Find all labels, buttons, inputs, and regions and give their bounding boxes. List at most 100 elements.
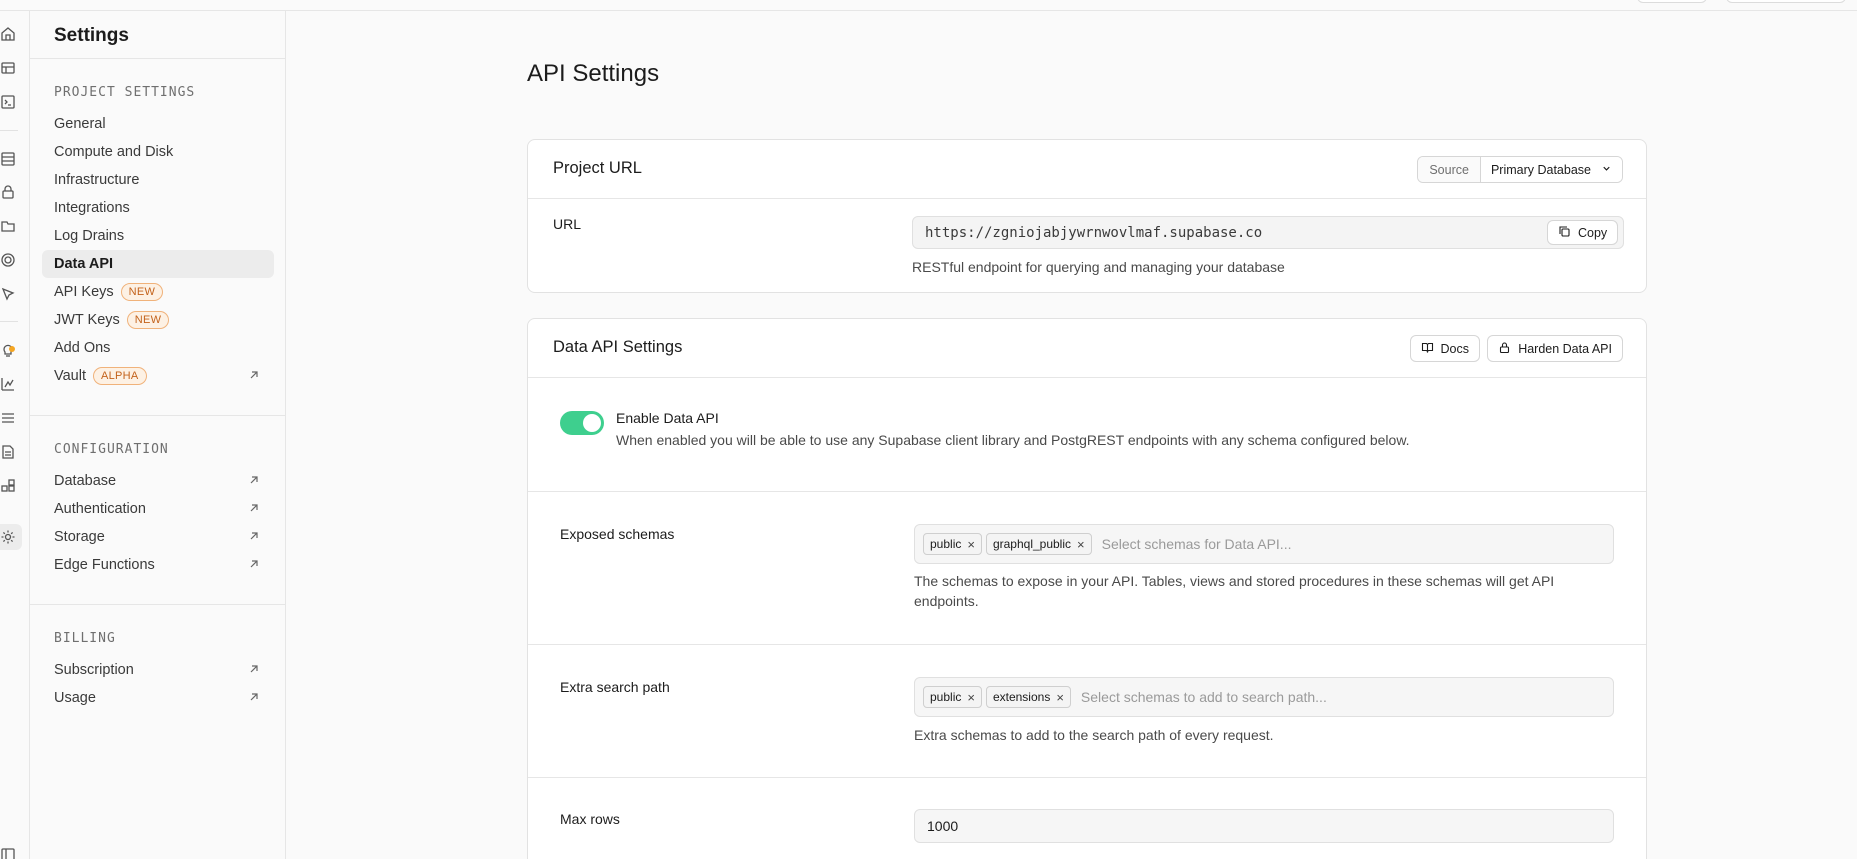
edge-functions-icon[interactable] [0,286,16,302]
chip-label: extensions [992,690,1051,704]
source-value: Primary Database [1490,162,1591,177]
data-api-settings-card: Data API Settings Docs Harden Data API E… [527,318,1647,859]
external-link-icon [248,663,260,675]
max-rows-input[interactable]: 1000 [914,809,1614,843]
sidebar-item-infrastructure[interactable]: Infrastructure [42,166,274,194]
sidebar-item-label: Vault [54,368,86,384]
source-selector[interactable]: Source Primary Database [1417,156,1623,183]
sidebar-item-vault[interactable]: Vault ALPHA [42,362,274,390]
sql-editor-icon[interactable] [0,94,16,110]
external-link-icon [248,474,260,486]
sidebar-item-label: Infrastructure [54,172,140,188]
row-divider [528,777,1646,778]
sidebar-item-authentication[interactable]: Authentication [42,495,274,523]
sidebar-item-api-keys[interactable]: API Keys NEW [42,278,274,306]
notification-dot [9,346,15,352]
enable-data-api-toggle[interactable] [560,411,604,435]
extra-search-path-select[interactable]: public × extensions × Select schemas to ad… [914,677,1614,717]
sidebar-item-label: Data API [54,256,114,272]
copy-icon [1558,225,1571,241]
external-link-icon [248,369,260,381]
extra-search-path-help: Extra schemas to add to the search path … [914,727,1274,743]
sidebar-item-label: General [54,116,106,132]
row-divider [528,491,1646,492]
card-title: Project URL [553,159,642,177]
remove-chip-icon[interactable]: × [1077,538,1085,551]
top-bar-button[interactable] [1637,0,1707,3]
exposed-schemas-label: Exposed schemas [560,526,675,542]
exposed-schemas-placeholder: Select schemas for Data API... [1101,536,1292,552]
sidebar-item-label: Log Drains [54,228,125,244]
docs-button[interactable]: Docs [1409,335,1480,362]
sidebar-item-label: Edge Functions [54,557,155,573]
collapse-panel-icon[interactable] [0,847,16,859]
rail-divider [0,130,18,131]
sidebar-item-log-drains[interactable]: Log Drains [42,222,274,250]
chevron-down-icon [1601,163,1612,177]
remove-chip-icon[interactable]: × [967,691,975,704]
extra-search-path-placeholder: Select schemas to add to search path... [1080,689,1327,705]
sidebar-item-subscription[interactable]: Subscription [42,656,274,684]
external-link-icon [248,691,260,703]
sidebar-item-jwt-keys[interactable]: JWT Keys NEW [42,306,274,334]
sidebar-item-integrations[interactable]: Integrations [42,194,274,222]
sidebar-item-storage[interactable]: Storage [42,523,274,551]
section-heading-project-settings: PROJECT SETTINGS [54,85,196,100]
url-label: URL [553,216,582,232]
sidebar-item-label: Integrations [54,200,130,216]
new-badge: NEW [120,283,164,301]
sidebar-item-general[interactable]: General [42,110,274,138]
storage-folder-icon[interactable] [0,218,16,234]
schema-chip: public × [923,533,982,555]
external-link-icon [248,558,260,570]
project-url-card: Project URL Source Primary Database URL … [527,139,1647,293]
sidebar-item-database[interactable]: Database [42,467,274,495]
sidebar-divider [30,58,285,59]
table-editor-icon[interactable] [0,60,16,76]
remove-chip-icon[interactable]: × [967,538,975,551]
top-bar-button[interactable] [1726,0,1846,3]
enable-data-api-description: When enabled you will be able to use any… [616,432,1410,448]
source-dropdown[interactable]: Primary Database [1480,157,1622,182]
sidebar-item-label: Database [54,473,117,489]
remove-chip-icon[interactable]: × [1056,691,1064,704]
card-header: Data API Settings Docs Harden Data API [528,319,1646,378]
sidebar-item-edge-functions[interactable]: Edge Functions [42,551,274,579]
copy-button[interactable]: Copy [1547,220,1619,245]
api-docs-icon[interactable] [0,444,16,460]
exposed-schemas-help: The schemas to expose in your API. Table… [914,573,1555,609]
enable-data-api-label: Enable Data API [616,410,719,426]
sidebar-item-label: JWT Keys [54,312,120,328]
reports-chart-icon[interactable] [0,376,16,392]
row-divider [528,644,1646,645]
sidebar-item-label: Authentication [54,501,146,517]
external-link-icon [248,530,260,542]
sidebar-title: Settings [54,25,129,46]
chip-label: public [930,537,962,551]
exposed-schemas-select[interactable]: public × graphql_public × Select schemas f… [914,524,1614,564]
logs-list-icon[interactable] [0,410,16,426]
sidebar-item-data-api[interactable]: Data API [42,250,274,278]
sidebar-item-label: API Keys [54,284,114,300]
sidebar-item-label: Storage [54,529,105,545]
chip-label: graphql_public [992,537,1072,551]
integrations-icon[interactable] [0,478,16,494]
sidebar-item-compute-and-disk[interactable]: Compute and Disk [42,138,274,166]
database-icon[interactable] [0,151,16,167]
book-icon [1421,341,1434,357]
source-label: Source [1418,157,1481,182]
toggle-knob [583,414,601,432]
harden-data-api-button[interactable]: Harden Data API [1487,335,1623,362]
realtime-icon[interactable] [0,252,16,268]
sidebar-item-add-ons[interactable]: Add Ons [42,334,274,362]
schema-chip: graphql_public × [985,533,1092,555]
settings-gear-icon[interactable] [0,529,16,545]
sidebar-divider [30,415,285,416]
extra-search-path-label: Extra search path [560,679,670,695]
sidebar-item-usage[interactable]: Usage [42,684,274,712]
sidebar-divider [30,604,285,605]
auth-lock-icon[interactable] [0,184,16,200]
url-field[interactable]: https://zgniojabjywrnwovlmaf.supabase.co [912,216,1624,249]
harden-label: Harden Data API [1518,341,1612,356]
home-icon[interactable] [0,26,16,42]
